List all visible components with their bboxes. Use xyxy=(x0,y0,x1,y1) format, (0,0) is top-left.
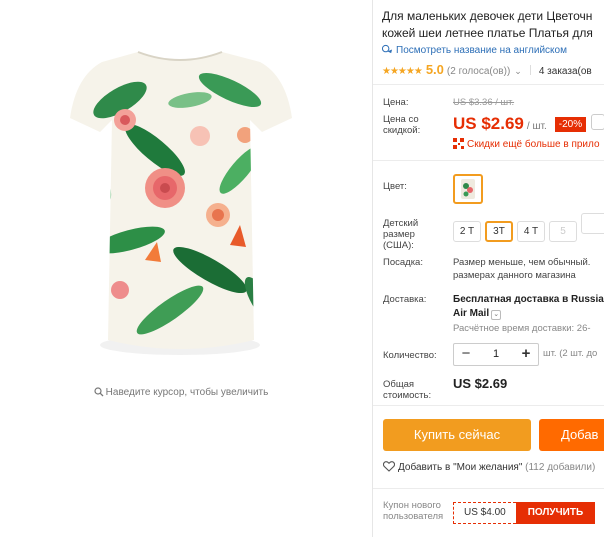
product-title-line: кожей шеи летнее платье Платья для xyxy=(382,26,593,40)
translate-link[interactable]: Посмотреть название на английском xyxy=(382,44,567,56)
discount-price-label: Цена со скидкой: xyxy=(383,114,421,136)
current-price: US $2.69 xyxy=(453,114,524,133)
translate-link-text: Посмотреть название на английском xyxy=(396,45,567,56)
coupon-label: Купон нового пользователя xyxy=(383,500,444,522)
delivery-estimate: Расчётное время доставки: 26- xyxy=(453,323,591,334)
zoom-hint-text: Наведите курсор, чтобы увеличить xyxy=(105,387,269,398)
product-gallery: Наведите курсор, чтобы увеличить xyxy=(0,0,372,537)
product-title-line: Для маленьких девочек дети Цветочн xyxy=(382,9,593,23)
discount-info-icon[interactable] xyxy=(591,114,604,130)
search-icon xyxy=(94,387,104,397)
price-label: Цена: xyxy=(383,97,409,108)
divider xyxy=(373,160,604,161)
separator xyxy=(529,65,531,75)
zoom-hint: Наведите курсор, чтобы увеличить xyxy=(0,387,362,398)
product-info-panel: Для маленьких девочек дети Цветочн кожей… xyxy=(373,0,604,537)
divider xyxy=(373,84,604,85)
new-user-coupon: US $4.00 ПОЛУЧИТЬ xyxy=(453,502,596,524)
fit-label: Посадка: xyxy=(383,257,423,268)
qr-code-icon xyxy=(453,138,464,149)
total-price: US $2.69 xyxy=(453,376,508,391)
app-discount-text: Скидки ещё больше в прило xyxy=(467,139,600,150)
quantity-decrease-button[interactable]: − xyxy=(454,344,478,365)
orders-count: 4 заказа(ов xyxy=(538,66,592,77)
size-option[interactable]: 4 T xyxy=(517,221,545,242)
shipping-label: Доставка: xyxy=(383,294,427,305)
get-coupon-button[interactable]: ПОЛУЧИТЬ xyxy=(515,502,596,524)
color-label: Цвет: xyxy=(383,181,407,192)
color-swatch[interactable] xyxy=(453,174,483,204)
rating-value: 5.0 xyxy=(425,62,444,77)
quantity-stepper: − 1 + xyxy=(453,343,539,366)
rating-stars: ★★★★★ xyxy=(382,66,423,77)
size-option-selected[interactable]: 3T xyxy=(485,221,513,242)
coupon-amount: US $4.00 xyxy=(453,502,516,524)
chevron-down-icon[interactable]: ⌄ xyxy=(491,310,502,320)
quantity-increase-button[interactable]: + xyxy=(514,344,538,365)
product-title: Для маленьких девочек дети Цветочн кожей… xyxy=(382,8,604,42)
translate-icon xyxy=(382,44,393,54)
heart-icon xyxy=(383,461,395,472)
wishlist-link[interactable]: Добавить в "Мои желания" (112 добавили) xyxy=(383,461,595,473)
rating-row: ★★★★★ 5.0 (2 голоса(ов)) ⌄ 4 заказа(ов xyxy=(382,62,592,77)
size-option-disabled[interactable] xyxy=(581,213,604,234)
total-label: Общая стоимость: xyxy=(383,379,432,401)
wishlist-text: Добавить в "Мои желания" xyxy=(398,462,523,473)
size-option-disabled[interactable]: 5 xyxy=(549,221,577,242)
shipping-carrier: Air Mail xyxy=(453,308,490,319)
quantity-note: шт. (2 шт. до xyxy=(543,348,598,359)
color-swatch-image xyxy=(461,179,475,199)
discount-badge: -20% xyxy=(554,117,587,132)
per-unit: / шт. xyxy=(526,121,547,132)
size-label: Детский размер (США): xyxy=(383,218,419,251)
quantity-label: Количество: xyxy=(383,350,437,361)
quantity-input[interactable]: 1 xyxy=(478,344,514,365)
product-image-dress[interactable] xyxy=(60,40,300,360)
add-to-cart-button[interactable]: Добав xyxy=(539,419,604,451)
size-option[interactable]: 2 T xyxy=(453,221,481,242)
buy-now-button[interactable]: Купить сейчас xyxy=(383,419,531,451)
fit-text: Размер меньше, чем обычный. размерах дан… xyxy=(453,257,591,281)
wishlist-count: (112 добавили) xyxy=(525,462,596,473)
divider xyxy=(373,488,604,489)
shipping-method[interactable]: Бесплатная доставка в Russia Air Mail ⌄ xyxy=(453,293,604,321)
price-row: US $2.69/ шт. -20% xyxy=(453,114,604,134)
app-discount-link[interactable]: Скидки ещё больше в прило xyxy=(453,138,600,150)
old-price: US $3.36 / шт. xyxy=(453,97,515,108)
chevron-down-icon[interactable]: ⌄ xyxy=(514,66,522,76)
votes-link[interactable]: (2 голоса(ов)) xyxy=(447,66,510,77)
shipping-method-line: Бесплатная доставка в Russia xyxy=(453,294,604,305)
size-options: 2 T 3T 4 T5 xyxy=(453,213,604,242)
divider xyxy=(373,405,604,406)
